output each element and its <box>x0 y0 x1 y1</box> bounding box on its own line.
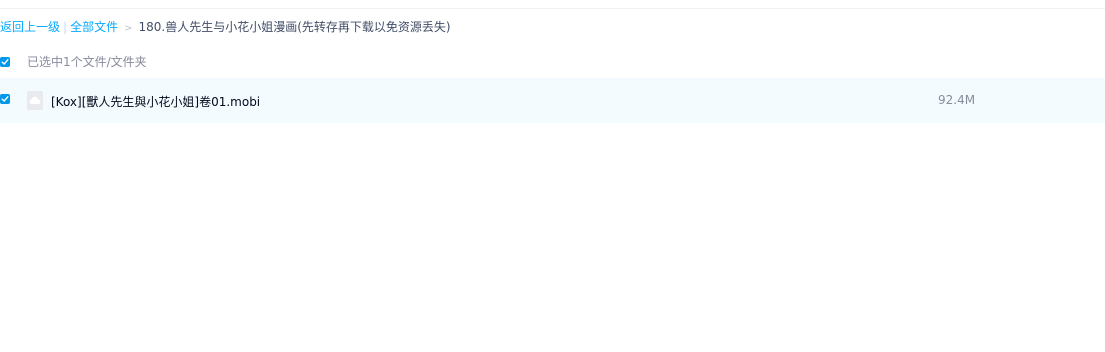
all-files-link[interactable]: 全部文件 <box>70 20 118 34</box>
file-name[interactable]: [Kox][獸人先生與小花小姐]卷01.mobi <box>51 93 260 110</box>
selection-bar: 已选中1个文件/文件夹 <box>0 53 1105 71</box>
file-size: 92.4M <box>938 93 976 107</box>
top-divider <box>0 8 1105 9</box>
checkmark-icon <box>1 59 9 65</box>
breadcrumb: 返回上一级 | 全部文件 >180.兽人先生与小花小姐漫画(先转存再下载以免资源丢失) <box>0 19 451 35</box>
select-all-checkbox[interactable] <box>0 57 10 67</box>
breadcrumb-arrow-icon: > <box>124 23 133 34</box>
checkmark-icon <box>1 96 9 102</box>
cloud-file-icon <box>27 91 43 110</box>
breadcrumb-separator: | <box>63 20 68 34</box>
selection-count-text: 已选中1个文件/文件夹 <box>27 55 147 69</box>
file-row-checkbox[interactable] <box>0 94 10 104</box>
back-link[interactable]: 返回上一级 <box>0 20 60 34</box>
current-folder-name: 180.兽人先生与小花小姐漫画(先转存再下载以免资源丢失) <box>138 20 451 34</box>
file-row[interactable]: [Kox][獸人先生與小花小姐]卷01.mobi 92.4M <box>0 78 1105 123</box>
